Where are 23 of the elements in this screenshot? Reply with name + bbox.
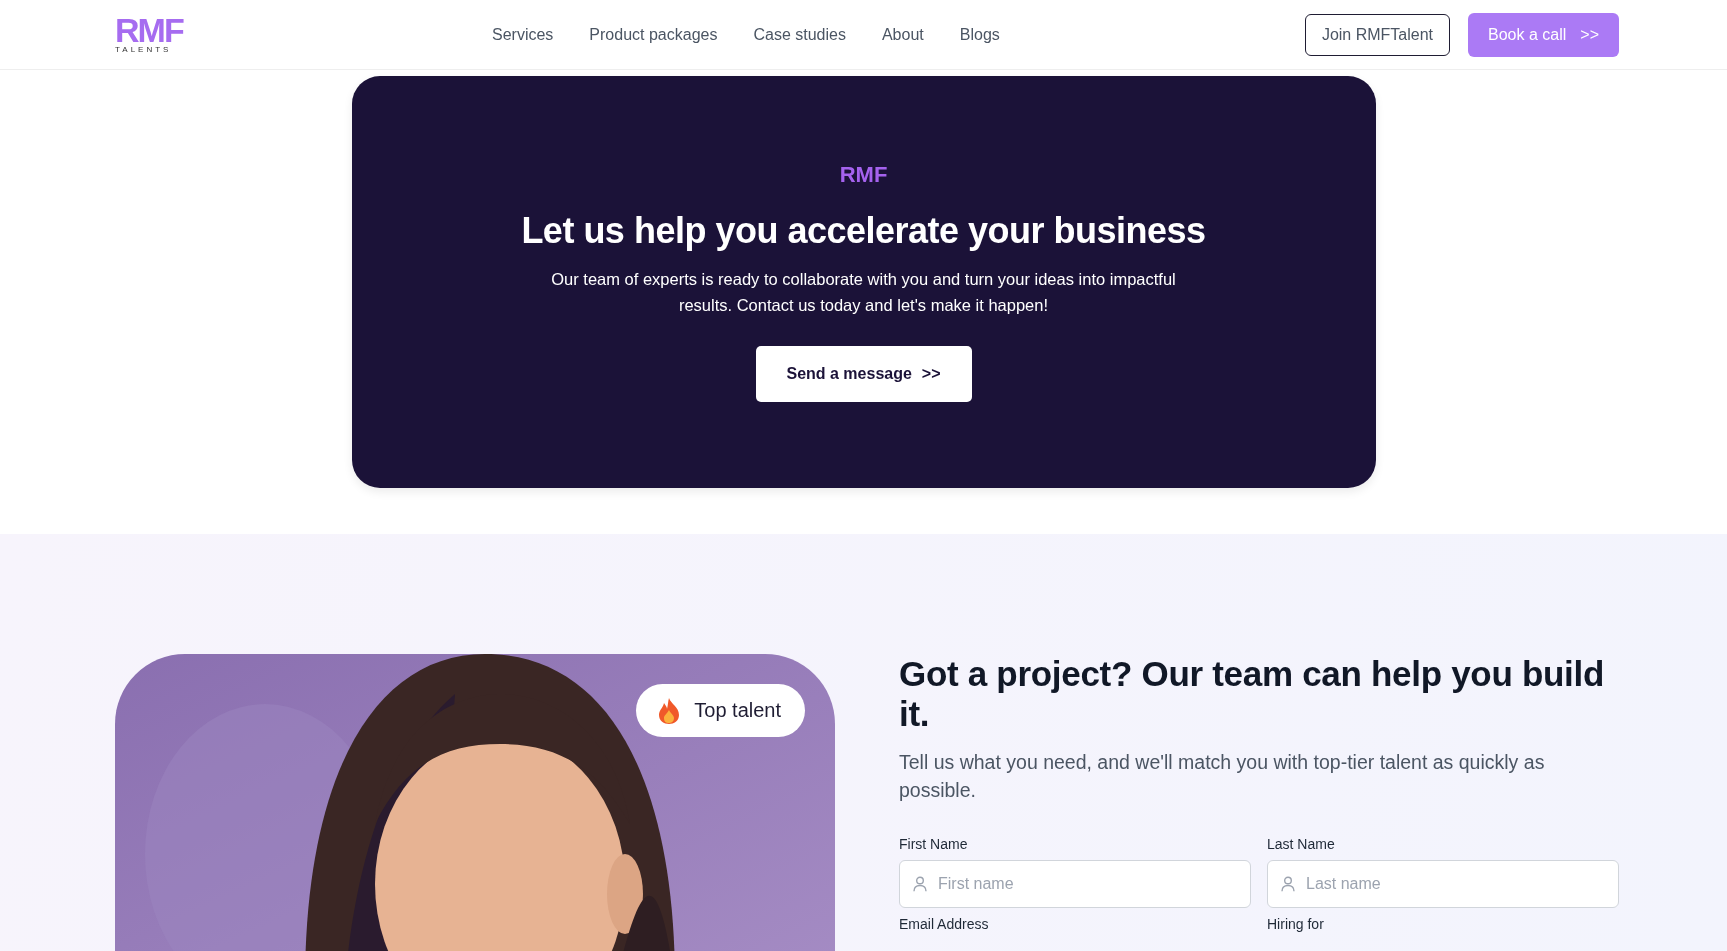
- send-message-button[interactable]: Send a message >>: [755, 346, 972, 402]
- fire-icon: [658, 696, 681, 725]
- logo-tagline: TALENTS: [115, 44, 173, 55]
- top-talent-badge: Top talent: [636, 684, 805, 737]
- nav-link[interactable]: About: [881, 25, 924, 44]
- field-label: First Name: [899, 836, 969, 852]
- join-button[interactable]: Join RMFTalent: [1304, 13, 1451, 56]
- nav-link[interactable]: Blogs: [959, 25, 1000, 44]
- field-label: Email Address: [899, 916, 990, 932]
- contact-title: Got a project? Our team can help you build it.: [899, 654, 1605, 734]
- cta-text: Our team of experts is ready to collaborate with you and turn your ideas into impactful results. Contact us today and let's make it happen!: [550, 269, 1177, 316]
- person-icon: [1281, 876, 1295, 892]
- nav-link[interactable]: Product packages: [589, 25, 718, 44]
- nav-link[interactable]: Case studies: [753, 25, 846, 44]
- nav-link[interactable]: Services: [492, 25, 554, 44]
- person-icon: [913, 876, 927, 892]
- field-label: Hiring for: [1267, 916, 1325, 932]
- field-label: Last Name: [1267, 836, 1336, 852]
- cta-eyebrow: RMF: [839, 162, 888, 188]
- contact-subtitle: Tell us what you need, and we'll match you with top-tier talent as quickly as possible.: [899, 750, 1546, 803]
- input-field[interactable]: Last name: [1267, 860, 1619, 908]
- cta-title: Let us help you accelerate your business: [521, 210, 1206, 252]
- input-field[interactable]: First name: [899, 860, 1251, 908]
